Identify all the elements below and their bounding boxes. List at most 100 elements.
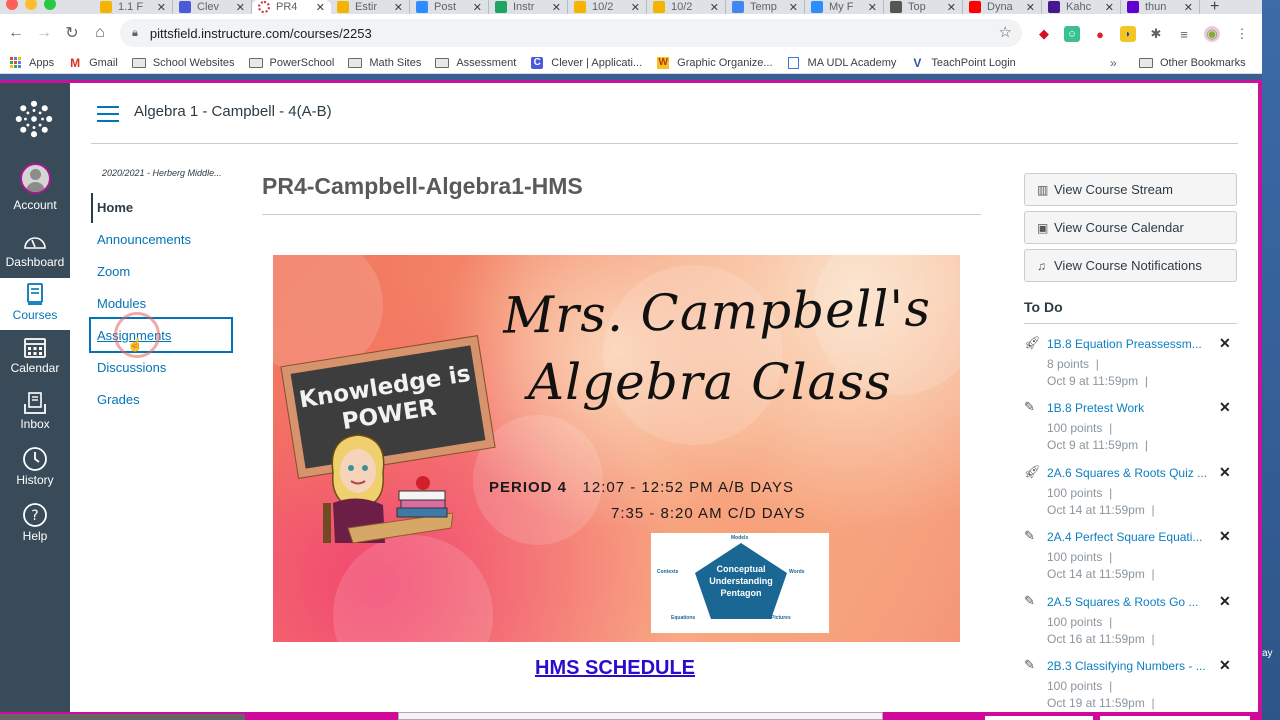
- bookmark-item[interactable]: PowerSchool: [248, 57, 334, 69]
- close-tab-icon[interactable]: ✕: [710, 1, 719, 14]
- gnav-help[interactable]: ? Help: [0, 501, 70, 553]
- bookmark-star-icon[interactable]: ☆: [999, 23, 1012, 41]
- back-button[interactable]: ←: [2, 24, 30, 42]
- bookmark-item[interactable]: W Graphic Organize...: [656, 56, 773, 69]
- browser-tab[interactable]: Temp ✕: [726, 0, 805, 14]
- doc-icon: [574, 1, 586, 13]
- bookmark-item[interactable]: Assessment: [435, 57, 516, 69]
- breadcrumb[interactable]: Algebra 1 - Campbell - 4(A-B): [134, 103, 332, 120]
- browser-tab[interactable]: Post ✕: [410, 0, 489, 14]
- close-tab-icon[interactable]: ✕: [552, 1, 561, 14]
- close-tab-icon[interactable]: ✕: [394, 1, 403, 14]
- chrome-menu-icon[interactable]: ⋮: [1234, 26, 1250, 42]
- close-tab-icon[interactable]: ✕: [316, 1, 325, 14]
- inbox-icon: [0, 389, 70, 417]
- dismiss-todo-icon[interactable]: ✕: [1219, 399, 1231, 416]
- browser-tab[interactable]: Top ✕: [884, 0, 963, 14]
- gnav-dashboard[interactable]: Dashboard: [0, 227, 70, 277]
- clever-icon: [179, 1, 191, 13]
- close-window-button[interactable]: [6, 0, 18, 10]
- bookmark-item[interactable]: V TeachPoint Login: [910, 56, 1015, 70]
- screencastify-extension-icon[interactable]: ☺: [1064, 26, 1080, 42]
- gnav-courses[interactable]: Courses: [0, 278, 70, 330]
- todo-title-link[interactable]: 1B.8 Equation Preassessm...: [1047, 337, 1209, 351]
- reload-button[interactable]: ↻: [58, 23, 86, 43]
- todo-title-link[interactable]: 2A.4 Perfect Square Equati...: [1047, 530, 1209, 544]
- course-nav-home[interactable]: Home: [97, 200, 133, 215]
- course-nav-zoom[interactable]: Zoom: [97, 264, 130, 279]
- gnav-account-label: Account: [13, 198, 57, 212]
- tab-title: Dyna: [987, 1, 1013, 13]
- active-indicator: [91, 193, 93, 223]
- todo-title-link[interactable]: 1B.8 Pretest Work: [1047, 401, 1209, 415]
- course-nav-grades[interactable]: Grades: [97, 392, 140, 407]
- separator: |: [1151, 567, 1155, 582]
- close-tab-icon[interactable]: ✕: [1184, 1, 1193, 14]
- gnav-account[interactable]: Account: [0, 163, 70, 219]
- forward-button[interactable]: →: [30, 24, 58, 42]
- bookmark-item[interactable]: M Gmail: [68, 56, 118, 70]
- profile-avatar-icon[interactable]: ◉: [1204, 26, 1220, 42]
- course-nav-modules[interactable]: Modules: [97, 296, 146, 311]
- browser-tab[interactable]: Instr ✕: [489, 0, 568, 14]
- minimize-window-button[interactable]: [25, 0, 37, 10]
- close-tab-icon[interactable]: ✕: [157, 1, 166, 14]
- new-tab-button[interactable]: +: [1200, 0, 1229, 14]
- bookmark-item[interactable]: Apps: [8, 57, 54, 69]
- browser-tab[interactable]: thun ✕: [1121, 0, 1200, 14]
- view-course-notifications-button[interactable]: ♫ View Course Notifications: [1024, 249, 1237, 282]
- dismiss-todo-icon[interactable]: ✕: [1219, 657, 1231, 674]
- gnav-inbox[interactable]: Inbox: [0, 389, 70, 441]
- close-tab-icon[interactable]: ✕: [789, 1, 798, 14]
- hms-schedule-link[interactable]: HMS SCHEDULE: [535, 657, 695, 680]
- media-control-icon[interactable]: ≡: [1176, 26, 1192, 42]
- course-menu-toggle[interactable]: [97, 106, 119, 122]
- canvas-logo-icon[interactable]: [15, 100, 53, 138]
- course-title: PR4-Campbell-Algebra1-HMS: [262, 173, 583, 199]
- browser-tab[interactable]: 1.1 F ✕: [94, 0, 173, 14]
- todo-title-link[interactable]: 2B.3 Classifying Numbers - ...: [1047, 659, 1209, 673]
- view-course-calendar-button[interactable]: ▣ View Course Calendar: [1024, 211, 1237, 244]
- address-bar[interactable]: 🔒︎ pittsfield.instructure.com/courses/22…: [120, 19, 1022, 47]
- home-button[interactable]: ⌂: [86, 24, 114, 42]
- view-course-stream-button[interactable]: ▥ View Course Stream: [1024, 173, 1237, 206]
- dismiss-todo-icon[interactable]: ✕: [1219, 528, 1231, 545]
- dismiss-todo-icon[interactable]: ✕: [1219, 464, 1231, 481]
- url-text[interactable]: pittsfield.instructure.com/courses/2253: [150, 26, 372, 41]
- browser-tab[interactable]: My F ✕: [805, 0, 884, 14]
- close-tab-icon[interactable]: ✕: [473, 1, 482, 14]
- browser-tab[interactable]: Clev ✕: [173, 0, 252, 14]
- shield-extension-icon[interactable]: ◗: [1120, 26, 1136, 42]
- close-tab-icon[interactable]: ✕: [236, 1, 245, 14]
- gnav-calendar[interactable]: Calendar: [0, 333, 70, 385]
- bookmark-item[interactable]: MA UDL Academy: [787, 56, 896, 69]
- browser-tab[interactable]: 10/2 ✕: [568, 0, 647, 14]
- ruby-extension-icon[interactable]: ◆: [1036, 26, 1052, 42]
- browser-tab[interactable]: 10/2 ✕: [647, 0, 726, 14]
- browser-tab[interactable]: PR4 ✕: [252, 0, 331, 14]
- other-bookmarks[interactable]: Other Bookmarks: [1139, 57, 1246, 69]
- todo-item: ✎ 1B.8 Pretest Work ✕ 100 points | Oct 9 at …: [1024, 399, 1237, 463]
- close-tab-icon[interactable]: ✕: [631, 1, 640, 14]
- bookmarks-overflow-button[interactable]: »: [1110, 56, 1117, 70]
- browser-tab[interactable]: Estir ✕: [331, 0, 410, 14]
- close-tab-icon[interactable]: ✕: [947, 1, 956, 14]
- gnav-history[interactable]: History: [0, 445, 70, 497]
- extensions-puzzle-icon[interactable]: ✱: [1148, 26, 1164, 42]
- browser-tab[interactable]: Dyna ✕: [963, 0, 1042, 14]
- bookmark-item[interactable]: Math Sites: [348, 57, 421, 69]
- course-nav-discussions[interactable]: Discussions: [97, 360, 166, 375]
- bookmark-item[interactable]: School Websites: [131, 57, 235, 69]
- course-nav-announcements[interactable]: Announcements: [97, 232, 191, 247]
- bookmark-item[interactable]: C Clever | Applicati...: [530, 56, 642, 69]
- record-extension-icon[interactable]: ●: [1092, 26, 1108, 42]
- dismiss-todo-icon[interactable]: ✕: [1219, 593, 1231, 610]
- todo-title-link[interactable]: 2A.6 Squares & Roots Quiz ...: [1047, 466, 1209, 480]
- maximize-window-button[interactable]: [44, 0, 56, 10]
- close-tab-icon[interactable]: ✕: [1105, 1, 1114, 14]
- todo-title-link[interactable]: 2A.5 Squares & Roots Go ...: [1047, 595, 1209, 609]
- dismiss-todo-icon[interactable]: ✕: [1219, 335, 1231, 352]
- close-tab-icon[interactable]: ✕: [868, 1, 877, 14]
- close-tab-icon[interactable]: ✕: [1026, 1, 1035, 14]
- browser-tab[interactable]: Kahc ✕: [1042, 0, 1121, 14]
